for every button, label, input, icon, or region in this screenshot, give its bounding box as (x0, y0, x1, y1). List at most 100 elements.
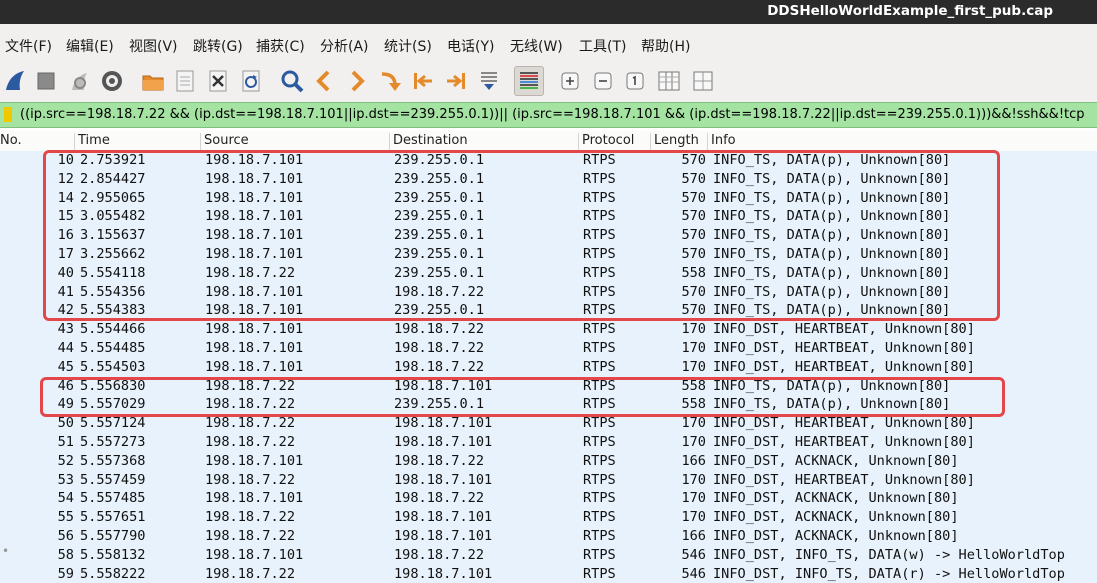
colorize-icon[interactable] (514, 66, 544, 96)
cell-length: 170 (681, 509, 706, 526)
packet-row[interactable]: 43 5.554466 198.18.7.101 198.18.7.22 RTPS 170… (0, 320, 1097, 339)
cell-time: 5.557790 (80, 527, 146, 544)
close-file-icon[interactable] (203, 66, 233, 96)
cell-destination: 239.255.0.1 (394, 245, 485, 262)
packet-row[interactable]: 42 5.554383 198.18.7.101 239.255.0.1 RTPS 570… (0, 301, 1097, 321)
column-header-time[interactable]: Time (74, 133, 110, 150)
menu-go[interactable]: 跳转(G) (193, 36, 243, 56)
display-filter-input[interactable]: ((ip.src==198.18.7.22 && (ip.dst==198.18… (20, 107, 1085, 122)
menu-view[interactable]: 视图(V) (129, 36, 178, 56)
packet-row[interactable]: 40 5.554118 198.18.7.22 239.255.0.1 RTPS 558 I… (0, 263, 1097, 283)
packet-row[interactable]: 49 5.557029 198.18.7.22 239.255.0.1 RTPS 558 I… (0, 395, 1097, 415)
menu-statistics[interactable]: 统计(S) (384, 36, 432, 56)
packet-row[interactable]: 53 5.557459 198.18.7.22 198.18.7.101 RTPS 170… (0, 470, 1097, 490)
cell-length: 546 (681, 565, 706, 582)
column-header-source[interactable]: Source (200, 133, 249, 150)
cell-protocol: RTPS (583, 283, 616, 300)
cell-info: INFO_TS, DATA(p), Unknown[80] (713, 302, 951, 319)
cell-source: 198.18.7.22 (205, 565, 296, 582)
cell-protocol: RTPS (583, 527, 616, 544)
menu-file[interactable]: 文件(F) (5, 36, 52, 56)
packet-row[interactable]: 44 5.554485 198.18.7.101 198.18.7.22 RTPS 170… (0, 338, 1097, 358)
packet-row[interactable]: 56 5.557790 198.18.7.22 198.18.7.101 RTPS 166… (0, 526, 1097, 546)
bookmark-icon[interactable] (4, 107, 12, 122)
cell-destination: 198.18.7.22 (394, 321, 485, 338)
cell-length: 570 (681, 227, 706, 244)
first-packet-icon[interactable] (408, 66, 438, 96)
window-title-bar: DDSHelloWorldExample_first_pub.cap (0, 0, 1097, 24)
go-to-packet-icon[interactable] (375, 66, 405, 96)
packet-row[interactable]: 51 5.557273 198.18.7.22 198.18.7.101 RTPS 170… (0, 432, 1097, 452)
cell-source: 198.18.7.22 (205, 471, 296, 488)
menu-capture[interactable]: 捕获(C) (256, 36, 305, 56)
packet-row[interactable]: 50 5.557124 198.18.7.22 198.18.7.101 RTPS 170… (0, 414, 1097, 433)
cell-protocol: RTPS (583, 208, 616, 225)
packet-row[interactable]: 12 2.854427 198.18.7.101 239.255.0.1 RTPS 570… (0, 169, 1097, 189)
capture-options-icon[interactable] (97, 66, 127, 96)
last-packet-icon[interactable] (441, 66, 471, 96)
zoom-in-icon[interactable] (555, 66, 585, 96)
menu-help[interactable]: 帮助(H) (641, 36, 690, 56)
cell-time: 5.558222 (80, 565, 146, 582)
cell-no: 17 (57, 245, 74, 262)
open-file-icon[interactable] (138, 66, 168, 96)
cell-protocol: RTPS (583, 377, 616, 394)
reload-file-icon[interactable] (236, 66, 266, 96)
cell-destination: 198.18.7.22 (394, 452, 485, 469)
column-header-info[interactable]: Info (707, 133, 736, 150)
packet-row[interactable]: 15 3.055482 198.18.7.101 239.255.0.1 RTPS 570… (0, 207, 1097, 227)
menu-wireless[interactable]: 无线(W) (510, 36, 563, 56)
packet-list: 10 2.753921 198.18.7.101 239.255.0.1 RTPS 570… (0, 151, 1097, 583)
packet-row[interactable]: 59 5.558222 198.18.7.22 198.18.7.101 RTPS 546… (0, 564, 1097, 583)
back-arrow-icon[interactable] (309, 66, 339, 96)
cell-info: INFO_DST, HEARTBEAT, Unknown[80] (713, 471, 975, 488)
cell-destination: 239.255.0.1 (394, 208, 485, 225)
search-icon[interactable] (277, 66, 307, 96)
packet-row[interactable]: 55 5.557651 198.18.7.22 198.18.7.101 RTPS 170… (0, 508, 1097, 527)
stop-icon[interactable] (31, 66, 61, 96)
shark-fin-start-icon[interactable] (0, 66, 30, 96)
packet-row[interactable]: 54 5.557485 198.18.7.101 198.18.7.22 RTPS 170… (0, 489, 1097, 509)
cell-no: 40 (57, 264, 74, 281)
packet-row[interactable]: 14 2.955065 198.18.7.101 239.255.0.1 RTPS 570… (0, 188, 1097, 208)
zoom-out-icon[interactable] (588, 66, 618, 96)
column-header-protocol[interactable]: Protocol (578, 133, 634, 150)
restart-capture-icon[interactable] (65, 66, 95, 96)
cell-info: INFO_DST, ACKNACK, Unknown[80] (713, 527, 959, 544)
packet-row[interactable]: 10 2.753921 198.18.7.101 239.255.0.1 RTPS 570… (0, 151, 1097, 170)
menu-analyze[interactable]: 分析(A) (320, 36, 369, 56)
packet-row[interactable]: 17 3.255662 198.18.7.101 239.255.0.1 RTPS 570… (0, 244, 1097, 264)
autoscroll-icon[interactable] (474, 66, 504, 96)
packet-row[interactable]: 45 5.554503 198.18.7.101 198.18.7.22 RTPS 170… (0, 357, 1097, 377)
packet-row[interactable]: • 58 5.558132 198.18.7.101 198.18.7.22 RTPS 54… (0, 544, 1097, 565)
menu-edit[interactable]: 编辑(E) (66, 36, 114, 56)
cell-no: 16 (57, 227, 74, 244)
collapse-icon[interactable] (688, 66, 718, 96)
column-header-length[interactable]: Length (650, 133, 699, 150)
cell-no: 45 (57, 358, 74, 375)
packet-row[interactable]: 41 5.554356 198.18.7.101 198.18.7.22 RTPS 570… (0, 282, 1097, 302)
cell-time: 3.055482 (80, 208, 146, 225)
column-header-destination[interactable]: Destination (389, 133, 468, 150)
menu-telephony[interactable]: 电话(Y) (447, 36, 494, 56)
cell-protocol: RTPS (583, 339, 616, 356)
cell-no: 14 (57, 189, 74, 206)
packet-row[interactable]: 16 3.155637 198.18.7.101 239.255.0.1 RTPS 570… (0, 226, 1097, 245)
cell-destination: 239.255.0.1 (394, 152, 485, 168)
save-file-icon[interactable] (170, 66, 200, 96)
packet-row[interactable]: 46 5.556830 198.18.7.22 198.18.7.101 RTPS 558… (0, 376, 1097, 396)
column-header-no[interactable]: No. (0, 133, 22, 150)
packet-row[interactable]: 52 5.557368 198.18.7.101 198.18.7.22 RTPS 166… (0, 451, 1097, 471)
cell-info: INFO_TS, DATA(p), Unknown[80] (713, 208, 951, 225)
cell-destination: 198.18.7.101 (394, 565, 493, 582)
resize-columns-icon[interactable] (654, 66, 684, 96)
cell-source: 198.18.7.101 (205, 358, 304, 375)
display-filter-bar[interactable]: ((ip.src==198.18.7.22 && (ip.dst==198.18… (0, 102, 1097, 128)
cell-destination: 239.255.0.1 (394, 189, 485, 206)
cell-destination: 198.18.7.22 (394, 546, 485, 563)
cell-length: 570 (681, 283, 706, 300)
normal-size-icon[interactable] (620, 66, 650, 96)
menu-tools[interactable]: 工具(T) (579, 36, 626, 56)
forward-arrow-icon[interactable] (342, 66, 372, 96)
cell-info: INFO_TS, DATA(p), Unknown[80] (713, 189, 951, 206)
